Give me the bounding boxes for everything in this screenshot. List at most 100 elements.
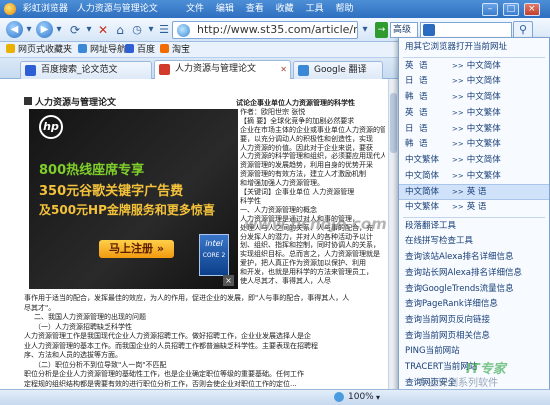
maximize-icon[interactable]: □ bbox=[502, 3, 519, 16]
forward-icon[interactable]: ▶ bbox=[36, 21, 53, 38]
translate-tools-menu: 用其它浏览器打开当前网址英语 >> 中文简体日语 >> 中文简体韩语 >> 中文简体英语 >>… bbox=[398, 37, 550, 402]
go-button[interactable]: → bbox=[375, 22, 388, 38]
tab-favicon-icon bbox=[159, 64, 170, 75]
menu-item-label: 查询该站Alexa排名详细信息 bbox=[405, 252, 514, 263]
scrollbar-thumb[interactable] bbox=[390, 93, 397, 153]
favorite-item[interactable]: 网页式收藏夹 bbox=[6, 42, 72, 58]
translate-option[interactable]: 中文简体 >> 中文繁体 bbox=[399, 169, 549, 185]
star-icon bbox=[6, 44, 15, 53]
article-line: 【关键词】企事业单位 人力资源管理 bbox=[240, 188, 355, 196]
close-icon[interactable]: × bbox=[523, 3, 540, 16]
tab-favicon-icon bbox=[298, 65, 309, 76]
menu-edit[interactable]: 编辑 bbox=[216, 4, 234, 14]
translate-option[interactable]: 中文繁体 >> 中文简体 bbox=[399, 153, 549, 169]
menu-item[interactable]: 用其它浏览器打开当前网址 bbox=[399, 40, 549, 56]
menu-item[interactable]: 查询当前网页反向链接 bbox=[399, 313, 549, 329]
menu-file[interactable]: 文件 bbox=[186, 4, 204, 14]
translate-target: 中文简体 bbox=[466, 60, 501, 71]
menu-item[interactable]: 在线拼写检查工具 bbox=[399, 234, 549, 250]
search-engine-icon bbox=[423, 24, 435, 36]
menu-item-label: 段落翻译工具 bbox=[405, 220, 457, 231]
menu-item[interactable]: 段落翻译工具 bbox=[399, 219, 549, 235]
menu-view[interactable]: 查看 bbox=[246, 4, 264, 14]
article-line: 一、人力资源管理的概念 bbox=[240, 205, 317, 214]
corner-watermark-caption: 专业评测系列软件 bbox=[418, 378, 498, 389]
forward-dropdown-icon[interactable]: ▾ bbox=[54, 22, 64, 38]
translate-source: 韩 bbox=[405, 92, 414, 103]
menu-help[interactable]: 帮助 bbox=[335, 4, 353, 14]
favorite-item[interactable]: 百度 bbox=[125, 42, 155, 58]
tab-baidu[interactable]: 百度搜索_论文范文 bbox=[20, 61, 152, 79]
page-menu-icon[interactable]: ☰ bbox=[158, 22, 170, 38]
translate-source: 中文简体 bbox=[405, 187, 440, 198]
history-icon[interactable]: ◷ bbox=[130, 22, 144, 38]
window-title: 人力资源与管理论文 bbox=[76, 4, 158, 14]
menu-item[interactable]: 查询该站Alexa排名详细信息 bbox=[399, 250, 549, 266]
translate-source: 英 bbox=[405, 107, 414, 118]
address-url: http://www.st35.com/article/manag bbox=[197, 23, 357, 36]
minimize-icon[interactable]: – bbox=[482, 3, 498, 16]
menu-item-label: 用其它浏览器打开当前网址 bbox=[405, 42, 508, 52]
security-icon[interactable] bbox=[334, 392, 344, 402]
advertisement[interactable]: hp 800热线座席专享 350元谷歌关键字广告费 及500元HP金牌服务和更多… bbox=[29, 109, 238, 289]
ad-close-button[interactable]: × bbox=[223, 275, 234, 286]
history-dropdown-icon[interactable]: ▾ bbox=[146, 22, 156, 38]
translate-option[interactable]: 英语 >> 中文简体 bbox=[399, 59, 549, 75]
arrow-icon: >> bbox=[452, 61, 464, 70]
translate-option[interactable]: 日语 >> 中文简体 bbox=[399, 74, 549, 90]
address-bar[interactable]: http://www.st35.com/article/manag bbox=[172, 21, 358, 39]
translate-option[interactable]: 韩语 >> 中文简体 bbox=[399, 90, 549, 106]
article-line: 业人力资源管理的基本工作。而我国企业的人员招聘工作都普遍缺乏科学性。主要表现在招… bbox=[24, 341, 318, 350]
menu-tools[interactable]: 工具 bbox=[306, 4, 324, 14]
home-icon[interactable]: ⌂ bbox=[113, 22, 127, 38]
back-dropdown-icon[interactable]: ▾ bbox=[24, 22, 34, 38]
article-line: 定程规的组织结构都是需要有效的进行职位分析工作，否则会使企业对职位工作的定位..… bbox=[24, 379, 297, 388]
article-line: 和增强加强人力资源管理。 bbox=[240, 179, 324, 188]
menu-item[interactable]: 查询当前网页相关信息 bbox=[399, 329, 549, 345]
translate-option[interactable]: 韩语 >> 中文繁体 bbox=[399, 137, 549, 153]
arrow-icon: >> bbox=[452, 203, 464, 211]
ad-button-label: 马上注册 bbox=[109, 242, 154, 255]
menu-item[interactable]: 查询GoogleTrends流量信息 bbox=[399, 282, 549, 298]
tab-google-translate[interactable]: Google 翻译 bbox=[293, 61, 383, 79]
back-icon[interactable]: ◀ bbox=[6, 21, 23, 38]
translate-option[interactable]: 日语 >> 中文繁体 bbox=[399, 122, 549, 138]
tab-close-icon[interactable]: ✕ bbox=[280, 61, 287, 78]
refresh-icon[interactable]: ⟳ bbox=[68, 22, 82, 38]
translate-option[interactable]: 中文简体 >> 英 语 bbox=[399, 184, 549, 200]
stop-icon[interactable]: ✕ bbox=[96, 22, 110, 38]
zoom-level[interactable]: 100% bbox=[348, 390, 374, 405]
menu-favorites[interactable]: 收藏 bbox=[276, 4, 294, 14]
zoom-dropdown-icon[interactable]: ▾ bbox=[376, 390, 380, 405]
refresh-dropdown-icon[interactable]: ▾ bbox=[84, 22, 94, 38]
menu-item-label: 查询当前网页相关信息 bbox=[405, 330, 491, 341]
menu-item[interactable]: 查询站长网Alexa排名详细信息 bbox=[399, 266, 549, 282]
arrow-icon: >> bbox=[452, 155, 464, 164]
arrow-icon: >> bbox=[452, 124, 464, 133]
ad-register-button[interactable]: 马上注册 » bbox=[99, 240, 174, 258]
tab-hr-article[interactable]: 人力资源与管理论文 ✕ bbox=[154, 60, 291, 79]
bullet-icon bbox=[24, 97, 32, 105]
search-input[interactable] bbox=[420, 22, 512, 38]
translate-source: 日 bbox=[405, 123, 414, 134]
translate-option[interactable]: 中文繁体 >> 英 语 bbox=[399, 200, 549, 216]
menu-item[interactable]: 查询PageRank详细信息 bbox=[399, 297, 549, 313]
translate-source-suffix: 语 bbox=[419, 107, 428, 118]
article-line: 资源管理的发展趋势，利用自身的优势开采 bbox=[240, 161, 373, 170]
translate-option[interactable]: 英语 >> 中文繁体 bbox=[399, 106, 549, 122]
tab-label: 百度搜索_论文范文 bbox=[41, 65, 118, 75]
browser-logo-icon bbox=[4, 3, 16, 15]
intel-badge: intel CORE 2 bbox=[199, 234, 229, 276]
search-engine-select[interactable]: 高级 bbox=[390, 22, 418, 38]
article-line: 作者：欧阳世宗 张悦 bbox=[240, 107, 306, 116]
arrow-icon: >> bbox=[452, 108, 464, 117]
vertical-scrollbar[interactable] bbox=[388, 79, 398, 389]
menu-item-label: 查询PageRank详细信息 bbox=[405, 299, 498, 310]
article-line: 试论企事业单位人力资源管理的科学性 bbox=[236, 99, 355, 107]
menu-item-label: 查询站长网Alexa排名详细信息 bbox=[405, 267, 522, 278]
address-dropdown-icon[interactable]: ▾ bbox=[359, 22, 371, 38]
ad-line-2: 350元谷歌关键字广告费 bbox=[39, 184, 184, 199]
favorite-item[interactable]: 网址导航 bbox=[78, 42, 126, 58]
favorite-item[interactable]: 淘宝 bbox=[160, 42, 190, 58]
article-line: 尽其才"。 bbox=[24, 303, 56, 312]
